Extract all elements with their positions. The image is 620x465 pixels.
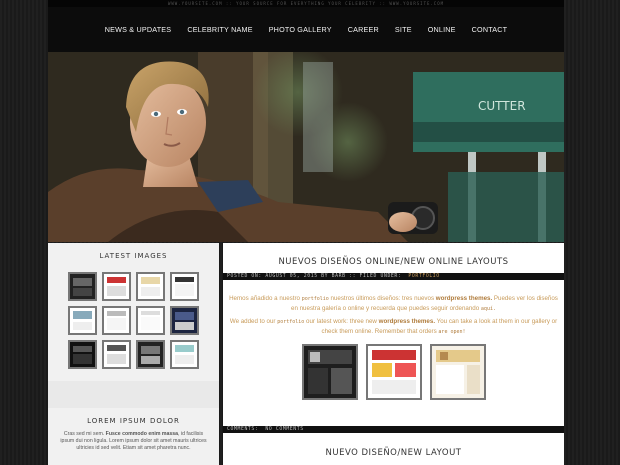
chair-print: CUTTER	[478, 99, 526, 113]
gallery-thumb[interactable]	[170, 272, 199, 301]
gallery-thumb[interactable]	[136, 340, 165, 369]
latest-images-title: LATEST IMAGES	[99, 252, 168, 260]
gallery-thumb[interactable]	[102, 306, 131, 335]
nav-celebrity-name[interactable]: CELEBRITY NAME	[179, 25, 260, 34]
portfolio-link[interactable]: portfolio	[302, 296, 329, 302]
lorem-text: Cras sed mi sem. Fusce commodo enim mass…	[60, 431, 207, 451]
post-paragraph-es: Hemos añadido a nuestro portfolio nuestr…	[229, 295, 558, 312]
gallery-thumb[interactable]	[136, 306, 165, 335]
latest-images-grid	[48, 266, 219, 381]
lorem-box: LOREM IPSUM DOLOR Cras sed mi sem. Fusce…	[48, 408, 219, 465]
main-content: NUEVOS DISEÑOS ONLINE/NEW ONLINE LAYOUTS…	[223, 243, 564, 465]
sidebar: LATEST IMAGES LOREM IPSUM DOLOR Cras sed…	[48, 243, 219, 465]
comments-bar: COMMENTS: NO COMMENTS	[223, 426, 564, 433]
post-paragraph-en: We added to our portfolio our latest wor…	[229, 318, 558, 335]
post-title-2[interactable]: NUEVO DISEÑO/NEW LAYOUT	[223, 448, 564, 458]
nav-career[interactable]: CAREER	[340, 25, 387, 34]
layout-preview-image[interactable]	[365, 344, 422, 400]
lorem-title: LOREM IPSUM DOLOR	[87, 417, 180, 425]
gallery-thumb[interactable]	[170, 306, 199, 335]
post-body: Hemos añadido a nuestro portfolio nuestr…	[223, 280, 564, 400]
gallery-thumb[interactable]	[68, 272, 97, 301]
post-images	[229, 344, 558, 400]
header-image: CUTTER	[48, 52, 564, 242]
gallery-thumb[interactable]	[68, 340, 97, 369]
layout-preview-image[interactable]	[301, 344, 358, 400]
nav-contact[interactable]: CONTACT	[464, 25, 516, 34]
nav-online[interactable]: ONLINE	[420, 25, 464, 34]
gallery-thumb[interactable]	[170, 340, 199, 369]
portfolio-link[interactable]: portfolio	[277, 319, 304, 325]
main-nav: NEWS & UPDATES CELEBRITY NAME PHOTO GALL…	[48, 7, 564, 52]
gallery-thumb[interactable]	[68, 306, 97, 335]
order-link[interactable]: are open!	[438, 329, 465, 335]
category-link[interactable]: PORTFOLIO	[408, 274, 439, 279]
layout-preview-image[interactable]	[429, 344, 486, 400]
order-link[interactable]: aquí.	[481, 306, 496, 312]
nav-news-updates[interactable]: NEWS & UPDATES	[97, 25, 180, 34]
comments-link[interactable]: NO COMMENTS	[265, 427, 303, 432]
gallery-thumb[interactable]	[136, 272, 165, 301]
page-wrapper: WWW.YOURSITE.COM :: YOUR SOURCE FOR EVER…	[48, 0, 564, 465]
nav-site[interactable]: SITE	[387, 25, 420, 34]
gallery-thumb[interactable]	[102, 340, 131, 369]
post-title[interactable]: NUEVOS DISEÑOS ONLINE/NEW ONLINE LAYOUTS	[223, 243, 564, 273]
top-strip: WWW.YOURSITE.COM :: YOUR SOURCE FOR EVER…	[48, 0, 564, 7]
latest-images-box: LATEST IMAGES	[48, 243, 219, 381]
gallery-thumb[interactable]	[102, 272, 131, 301]
post-meta: POSTED ON: AUGUST 05, 2015 BY BARB :: FI…	[223, 273, 564, 280]
nav-photo-gallery[interactable]: PHOTO GALLERY	[261, 25, 340, 34]
header-photo: CUTTER	[48, 52, 564, 242]
